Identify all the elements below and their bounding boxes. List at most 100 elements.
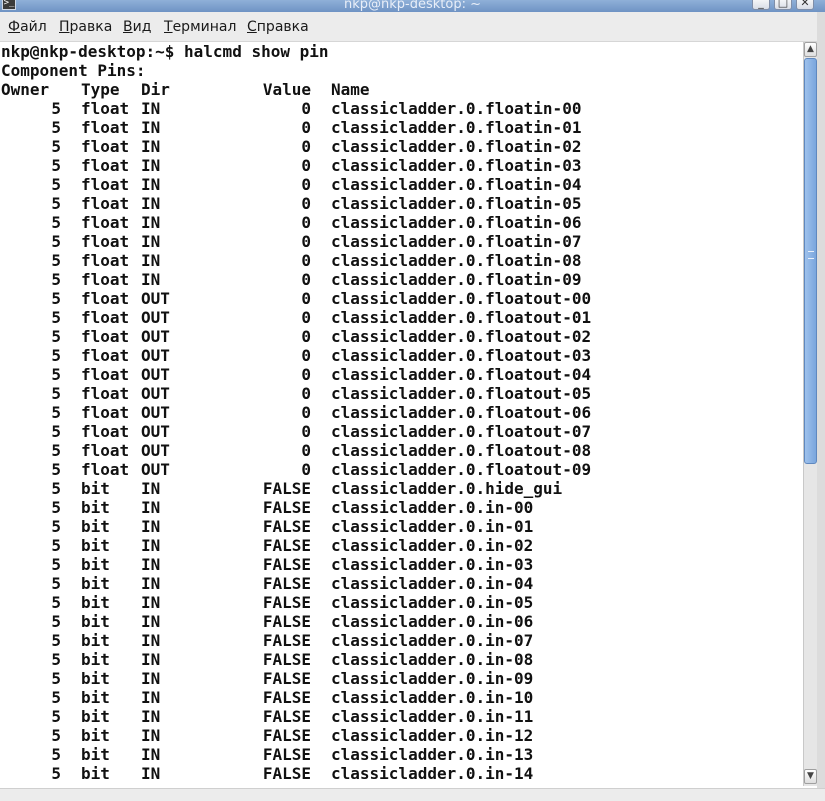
cell-dir: IN: [141, 517, 161, 536]
cell-type: float: [81, 270, 130, 289]
section-heading: Component Pins:: [1, 61, 146, 80]
cell-value: FALSE: [262, 593, 311, 612]
cell-value: 0: [301, 346, 311, 365]
scrollbar-thumb[interactable]: [804, 58, 817, 464]
cell-dir: IN: [141, 536, 161, 555]
cell-owner: 5: [51, 650, 61, 669]
menu-edit[interactable]: Правка: [59, 19, 112, 35]
scrollbar-grip: [808, 251, 814, 259]
cell-value: 0: [301, 327, 311, 346]
table-row: 5 bit IN FALSE classicladder.0.in-11: [1, 707, 801, 726]
cell-dir: IN: [141, 213, 161, 232]
cell-name: classicladder.0.in-03: [331, 555, 534, 574]
cell-owner: 5: [51, 441, 61, 460]
cell-value: 0: [301, 156, 311, 175]
cell-dir: OUT: [141, 365, 170, 384]
menu-terminal-mnemonic: Т: [164, 19, 173, 35]
cell-value: 0: [301, 308, 311, 327]
table-row: 5 float OUT 0 classicladder.0.floatout-09: [1, 460, 801, 479]
cell-owner: 5: [51, 156, 61, 175]
menu-file-mnemonic: Ф: [8, 19, 21, 35]
arrow-up-icon[interactable]: ▲: [804, 42, 817, 57]
cell-type: float: [81, 194, 130, 213]
table-row: 5 bit IN FALSE classicladder.0.in-06: [1, 612, 801, 631]
cell-owner: 5: [51, 764, 61, 783]
cell-name: classicladder.0.floatout-02: [331, 327, 592, 346]
cell-owner: 5: [51, 479, 61, 498]
cell-name: classicladder.0.floatout-00: [331, 289, 592, 308]
table-row: 5 float OUT 0 classicladder.0.floatout-04: [1, 365, 801, 384]
cell-dir: IN: [141, 650, 161, 669]
maximize-button[interactable]: □: [774, 0, 792, 10]
cell-owner: 5: [51, 365, 61, 384]
cell-value: FALSE: [262, 612, 311, 631]
cell-type: float: [81, 213, 130, 232]
prompt-line: nkp@nkp-desktop:~$ halcmd show pin: [1, 42, 329, 61]
terminal-output[interactable]: nkp@nkp-desktop:~$ halcmd show pin Compo…: [0, 42, 803, 788]
cell-type: float: [81, 327, 130, 346]
window-title: nkp@nkp-desktop: ~: [344, 0, 481, 12]
cell-name: classicladder.0.in-05: [331, 593, 534, 612]
cell-type: bit: [81, 726, 110, 745]
cell-type: float: [81, 384, 130, 403]
cell-value: FALSE: [262, 498, 311, 517]
cell-dir: IN: [141, 498, 161, 517]
cell-type: float: [81, 175, 130, 194]
menu-help[interactable]: Справка: [247, 19, 309, 35]
window-titlebar[interactable]: >_ nkp@nkp-desktop: ~ _ □ ✕: [0, 0, 825, 12]
menu-help-mnemonic: С: [247, 19, 257, 35]
menu-bar: Файл Правка Вид Терминал Справка: [0, 12, 825, 42]
cell-name: classicladder.0.in-11: [331, 707, 534, 726]
cell-type: bit: [81, 479, 110, 498]
table-row: 5 float IN 0 classicladder.0.floatin-04: [1, 175, 801, 194]
table-row: 5 bit IN FALSE classicladder.0.in-12: [1, 726, 801, 745]
menu-file[interactable]: Файл: [8, 19, 47, 35]
table-row: 5 float IN 0 classicladder.0.floatin-05: [1, 194, 801, 213]
table-row: 5 bit IN FALSE classicladder.0.in-07: [1, 631, 801, 650]
cell-name: classicladder.0.in-13: [331, 745, 534, 764]
cell-dir: OUT: [141, 422, 170, 441]
cell-owner: 5: [51, 688, 61, 707]
cell-type: float: [81, 118, 130, 137]
cell-dir: IN: [141, 118, 161, 137]
cell-dir: OUT: [141, 403, 170, 422]
window-bottom-border: [0, 788, 825, 801]
cell-name: classicladder.0.floatout-07: [331, 422, 592, 441]
cell-name: classicladder.0.floatin-08: [331, 251, 582, 270]
cell-name: classicladder.0.floatout-08: [331, 441, 592, 460]
cell-dir: IN: [141, 688, 161, 707]
cell-owner: 5: [51, 232, 61, 251]
cell-name: classicladder.0.floatout-09: [331, 460, 592, 479]
table-row: 5 bit IN FALSE classicladder.0.in-01: [1, 517, 801, 536]
cell-owner: 5: [51, 327, 61, 346]
cell-name: classicladder.0.in-10: [331, 688, 534, 707]
cell-type: float: [81, 251, 130, 270]
cell-type: float: [81, 99, 130, 118]
cell-dir: OUT: [141, 327, 170, 346]
cell-owner: 5: [51, 669, 61, 688]
cell-dir: IN: [141, 745, 161, 764]
cell-name: classicladder.0.floatout-03: [331, 346, 592, 365]
cell-owner: 5: [51, 726, 61, 745]
menu-terminal[interactable]: Терминал: [164, 19, 236, 35]
cell-value: 0: [301, 118, 311, 137]
minimize-button[interactable]: _: [752, 0, 770, 10]
table-row: 5 float IN 0 classicladder.0.floatin-06: [1, 213, 801, 232]
cell-value: 0: [301, 213, 311, 232]
cell-dir: IN: [141, 707, 161, 726]
cell-name: classicladder.0.floatout-04: [331, 365, 592, 384]
table-row: 5 bit IN FALSE classicladder.0.in-00: [1, 498, 801, 517]
cell-value: 0: [301, 441, 311, 460]
cell-dir: IN: [141, 99, 161, 118]
close-button[interactable]: ✕: [796, 0, 814, 10]
cell-dir: IN: [141, 232, 161, 251]
cell-owner: 5: [51, 251, 61, 270]
cell-dir: OUT: [141, 384, 170, 403]
menu-view[interactable]: Вид: [123, 19, 151, 35]
cell-name: classicladder.0.floatout-05: [331, 384, 592, 403]
arrow-down-icon[interactable]: ▼: [804, 769, 817, 784]
vertical-scrollbar[interactable]: ▲ ▼: [803, 42, 817, 786]
cell-dir: IN: [141, 479, 161, 498]
cell-value: 0: [301, 194, 311, 213]
table-row: 5 float OUT 0 classicladder.0.floatout-07: [1, 422, 801, 441]
